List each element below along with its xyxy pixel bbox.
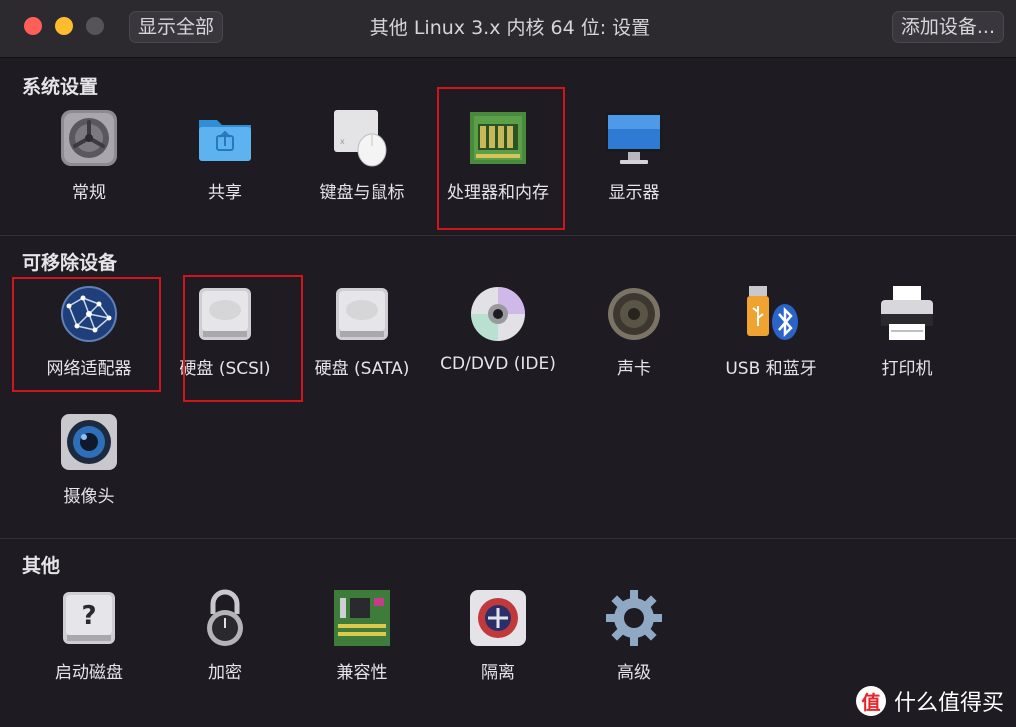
item-hard-disk-sata[interactable]: 硬盘 (SATA) (294, 284, 430, 394)
item-startup-disk[interactable]: ? 启动磁盘 (21, 588, 157, 698)
gear-switch-icon (59, 108, 119, 168)
close-window-button[interactable] (24, 17, 42, 35)
settings-panel: 系统设置 常规 共享 x 键盘与鼠标 处理器和内存 显示器 可移除设备 网络适配… (0, 58, 1016, 727)
section-title-other: 其他 (22, 555, 61, 577)
highlight-box-processor-memory (437, 87, 565, 230)
shared-folder-icon (195, 108, 255, 168)
item-printer[interactable]: 打印机 (839, 284, 975, 394)
item-label: 兼容性 (336, 663, 388, 683)
item-label: 键盘与鼠标 (319, 183, 405, 203)
circuit-board-icon (332, 588, 392, 648)
zoom-window-button[interactable] (86, 17, 104, 35)
item-label: 声卡 (617, 359, 651, 379)
svg-text:x: x (340, 137, 345, 146)
cd-dvd-icon (468, 284, 528, 344)
highlight-box-network-adapter (12, 277, 161, 392)
item-label: 显示器 (608, 183, 660, 203)
usb-bluetooth-icon (741, 284, 801, 344)
monitor-icon (604, 108, 664, 168)
item-compatibility[interactable]: 兼容性 (294, 588, 430, 698)
item-camera[interactable]: 摄像头 (21, 412, 157, 522)
padlock-icon (195, 588, 255, 648)
item-label: 摄像头 (63, 487, 115, 507)
watermark-logo-icon: 值 (855, 686, 886, 716)
section-divider (0, 235, 1016, 236)
item-label: 打印机 (881, 359, 933, 379)
watermark: 值 什么值得买 (855, 681, 1004, 721)
item-label: 共享 (208, 183, 242, 203)
item-general[interactable]: 常规 (21, 108, 157, 218)
show-all-button[interactable]: 显示全部 (129, 11, 224, 43)
item-advanced[interactable]: 高级 (566, 588, 702, 698)
camera-icon (59, 412, 119, 472)
speaker-icon (604, 284, 664, 344)
minimize-window-button[interactable] (55, 17, 73, 35)
title-bar: 显示全部 其他 Linux 3.x 内核 64 位: 设置 添加设备... (0, 0, 1016, 58)
window-title: 其他 Linux 3.x 内核 64 位: 设置 (369, 17, 651, 39)
svg-text:?: ? (81, 601, 96, 631)
item-isolation[interactable]: 隔离 (430, 588, 566, 698)
item-label: 启动磁盘 (55, 663, 123, 683)
gear-icon (604, 588, 664, 648)
hard-disk-icon (332, 284, 392, 344)
item-label: USB 和蓝牙 (725, 359, 817, 379)
item-encryption[interactable]: 加密 (157, 588, 293, 698)
item-usb-bluetooth[interactable]: USB 和蓝牙 (703, 284, 839, 394)
isolation-icon (468, 588, 528, 648)
item-sound-card[interactable]: 声卡 (566, 284, 702, 394)
item-display[interactable]: 显示器 (566, 108, 702, 218)
highlight-box-hard-disk-scsi (183, 275, 303, 402)
keyboard-mouse-icon: x (332, 108, 392, 168)
startup-disk-icon: ? (59, 588, 119, 648)
item-label: 加密 (208, 663, 242, 683)
item-label: 硬盘 (SATA) (314, 359, 410, 379)
item-label: CD/DVD (IDE) (440, 354, 556, 374)
section-title-removable-devices: 可移除设备 (22, 252, 118, 274)
section-title-system-settings: 系统设置 (22, 76, 99, 98)
item-label: 高级 (617, 663, 651, 683)
item-label: 隔离 (481, 663, 515, 683)
add-device-button[interactable]: 添加设备... (891, 11, 1004, 43)
item-keyboard-mouse[interactable]: x 键盘与鼠标 (294, 108, 430, 218)
section-divider (0, 538, 1016, 539)
watermark-text: 什么值得买 (893, 691, 1004, 716)
printer-icon (877, 284, 937, 344)
item-label: 常规 (72, 183, 106, 203)
item-cd-dvd[interactable]: CD/DVD (IDE) (430, 284, 566, 394)
item-sharing[interactable]: 共享 (157, 108, 293, 218)
